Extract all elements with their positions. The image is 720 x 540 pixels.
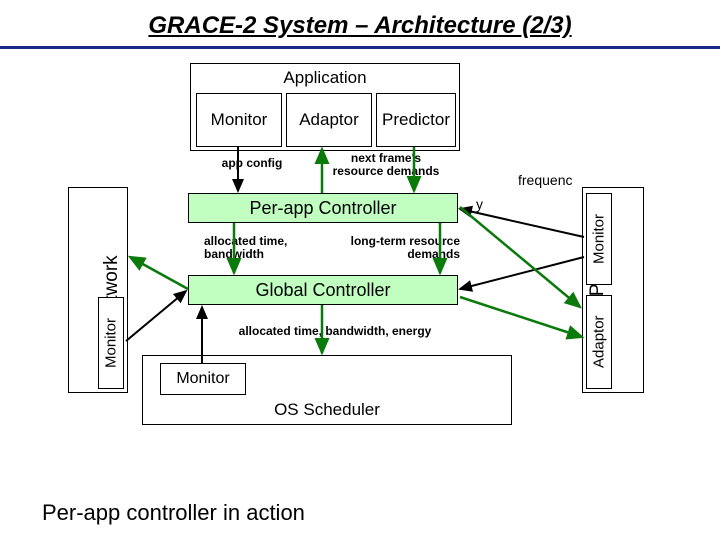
app-monitor-box: Monitor: [196, 93, 282, 147]
app-predictor-label: Predictor: [382, 110, 450, 130]
network-monitor-label: Monitor: [103, 318, 120, 368]
app-monitor-label: Monitor: [211, 110, 268, 130]
diagram-stage: Application Monitor Adaptor Predictor ap…: [0, 57, 720, 497]
alloc-time-label: allocated time, bandwidth: [204, 235, 314, 261]
app-adaptor-box: Adaptor: [286, 93, 372, 147]
caption-text: Per-app controller in action: [42, 500, 305, 526]
cpu-adaptor-box: Adaptor: [586, 295, 612, 389]
network-monitor-box: Monitor: [98, 297, 124, 389]
cpu-adaptor-label: Adaptor: [591, 316, 608, 369]
os-monitor-label: Monitor: [176, 370, 229, 388]
next-frame-label: next frame's resource demands: [326, 152, 446, 178]
frequency-label-2: y: [476, 197, 496, 212]
frequency-label-1: frequenc: [518, 173, 588, 188]
os-scheduler-label: OS Scheduler: [274, 400, 380, 420]
app-predictor-box: Predictor: [376, 93, 456, 147]
per-app-controller-label: Per-app Controller: [249, 198, 396, 219]
long-term-label: long-term resource demands: [340, 235, 460, 261]
per-app-controller-box: Per-app Controller: [188, 193, 458, 223]
app-config-label: app config: [212, 157, 292, 170]
alloc-energy-label: allocated time, bandwidth, energy: [230, 325, 440, 338]
application-label: Application: [283, 68, 366, 88]
global-controller-label: Global Controller: [255, 280, 390, 301]
cpu-monitor-box: Monitor: [586, 193, 612, 285]
page-title: GRACE-2 System – Architecture (2/3): [0, 0, 720, 49]
global-controller-box: Global Controller: [188, 275, 458, 305]
cpu-monitor-label: Monitor: [591, 214, 608, 264]
app-adaptor-label: Adaptor: [299, 110, 359, 130]
os-monitor-box: Monitor: [160, 363, 246, 395]
